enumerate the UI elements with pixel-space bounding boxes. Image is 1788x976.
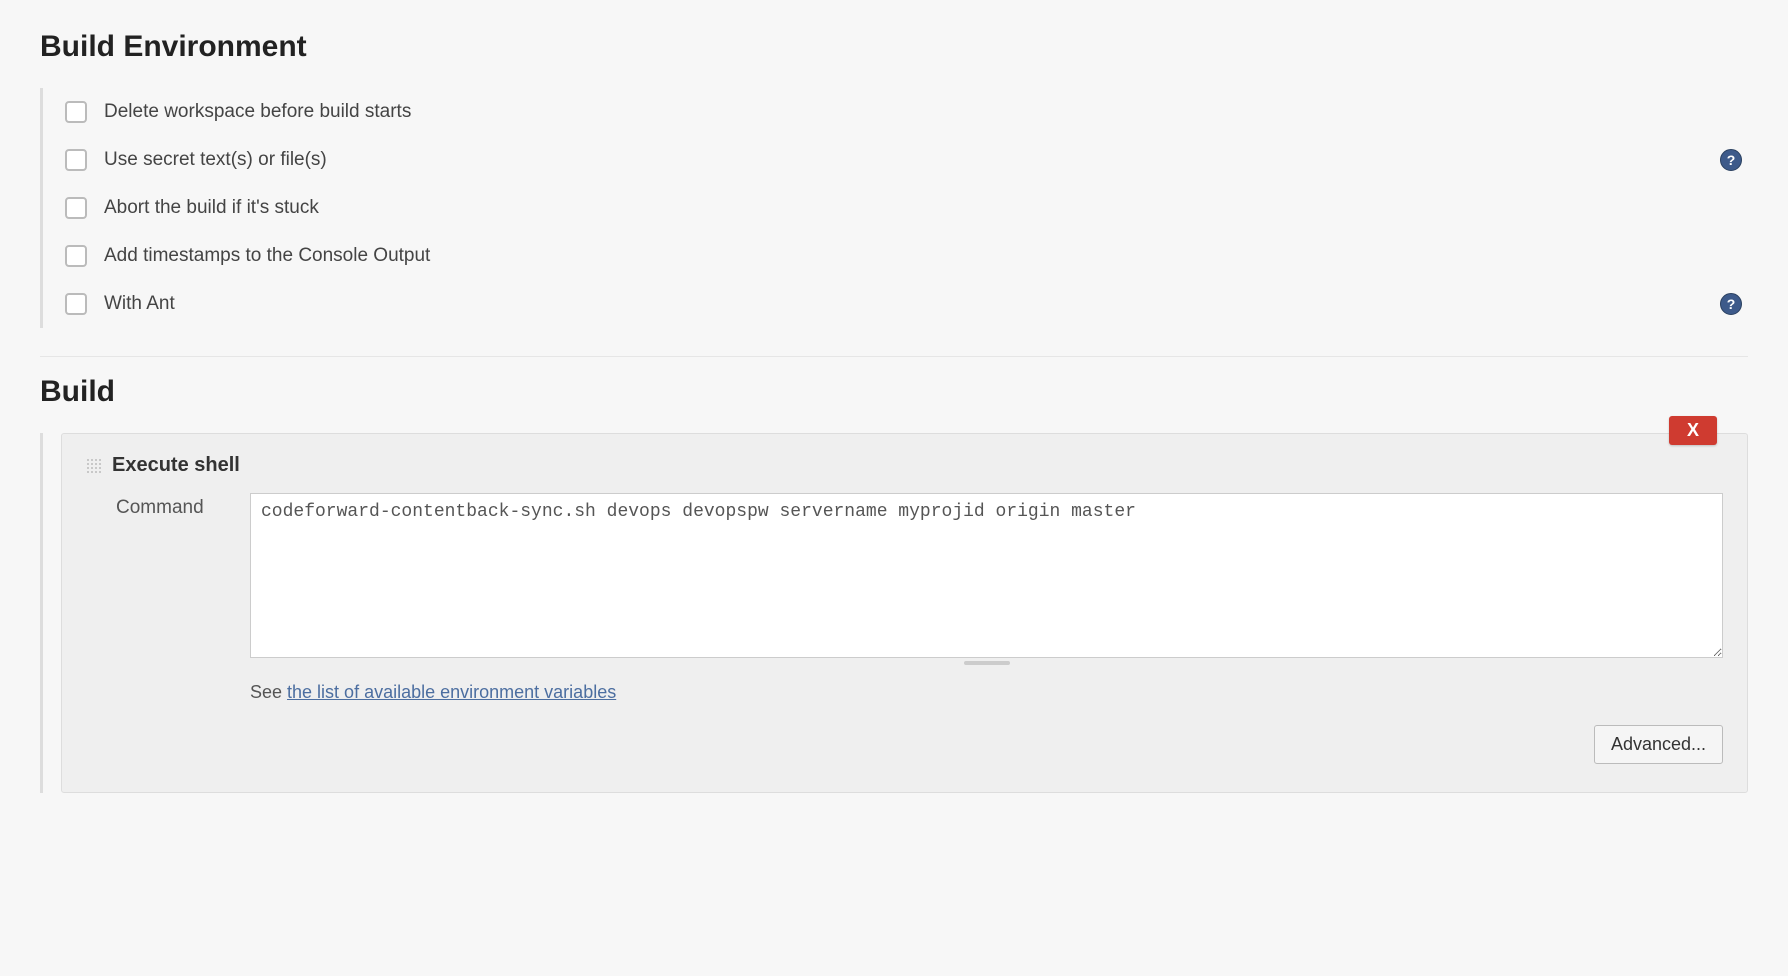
build-heading: Build <box>40 375 1748 409</box>
help-icon[interactable]: ? <box>1720 293 1742 315</box>
step-title: Execute shell <box>112 454 240 477</box>
add-timestamps-label: Add timestamps to the Console Output <box>104 245 430 267</box>
execute-shell-step: X Execute shell Command See the list of … <box>61 433 1748 793</box>
use-secret-checkbox[interactable] <box>65 149 87 171</box>
env-vars-link[interactable]: the list of available environment variab… <box>287 682 616 702</box>
remove-step-button[interactable]: X <box>1669 416 1717 445</box>
use-secret-label: Use secret text(s) or file(s) <box>104 149 327 171</box>
abort-stuck-checkbox[interactable] <box>65 197 87 219</box>
command-label: Command <box>116 493 226 519</box>
abort-stuck-label: Abort the build if it's stuck <box>104 197 319 219</box>
delete-workspace-checkbox[interactable] <box>65 101 87 123</box>
drag-handle-icon[interactable] <box>86 458 102 474</box>
resize-handle-icon[interactable] <box>250 658 1723 668</box>
build-environment-heading: Build Environment <box>40 30 1748 64</box>
env-vars-hint: See the list of available environment va… <box>250 682 1723 703</box>
section-divider <box>40 356 1748 357</box>
delete-workspace-label: Delete workspace before build starts <box>104 101 411 123</box>
build-environment-options: Delete workspace before build starts Use… <box>40 88 1748 328</box>
with-ant-label: With Ant <box>104 293 175 315</box>
advanced-button[interactable]: Advanced... <box>1594 725 1723 764</box>
help-icon[interactable]: ? <box>1720 149 1742 171</box>
command-textarea[interactable] <box>250 493 1723 658</box>
add-timestamps-checkbox[interactable] <box>65 245 87 267</box>
with-ant-checkbox[interactable] <box>65 293 87 315</box>
